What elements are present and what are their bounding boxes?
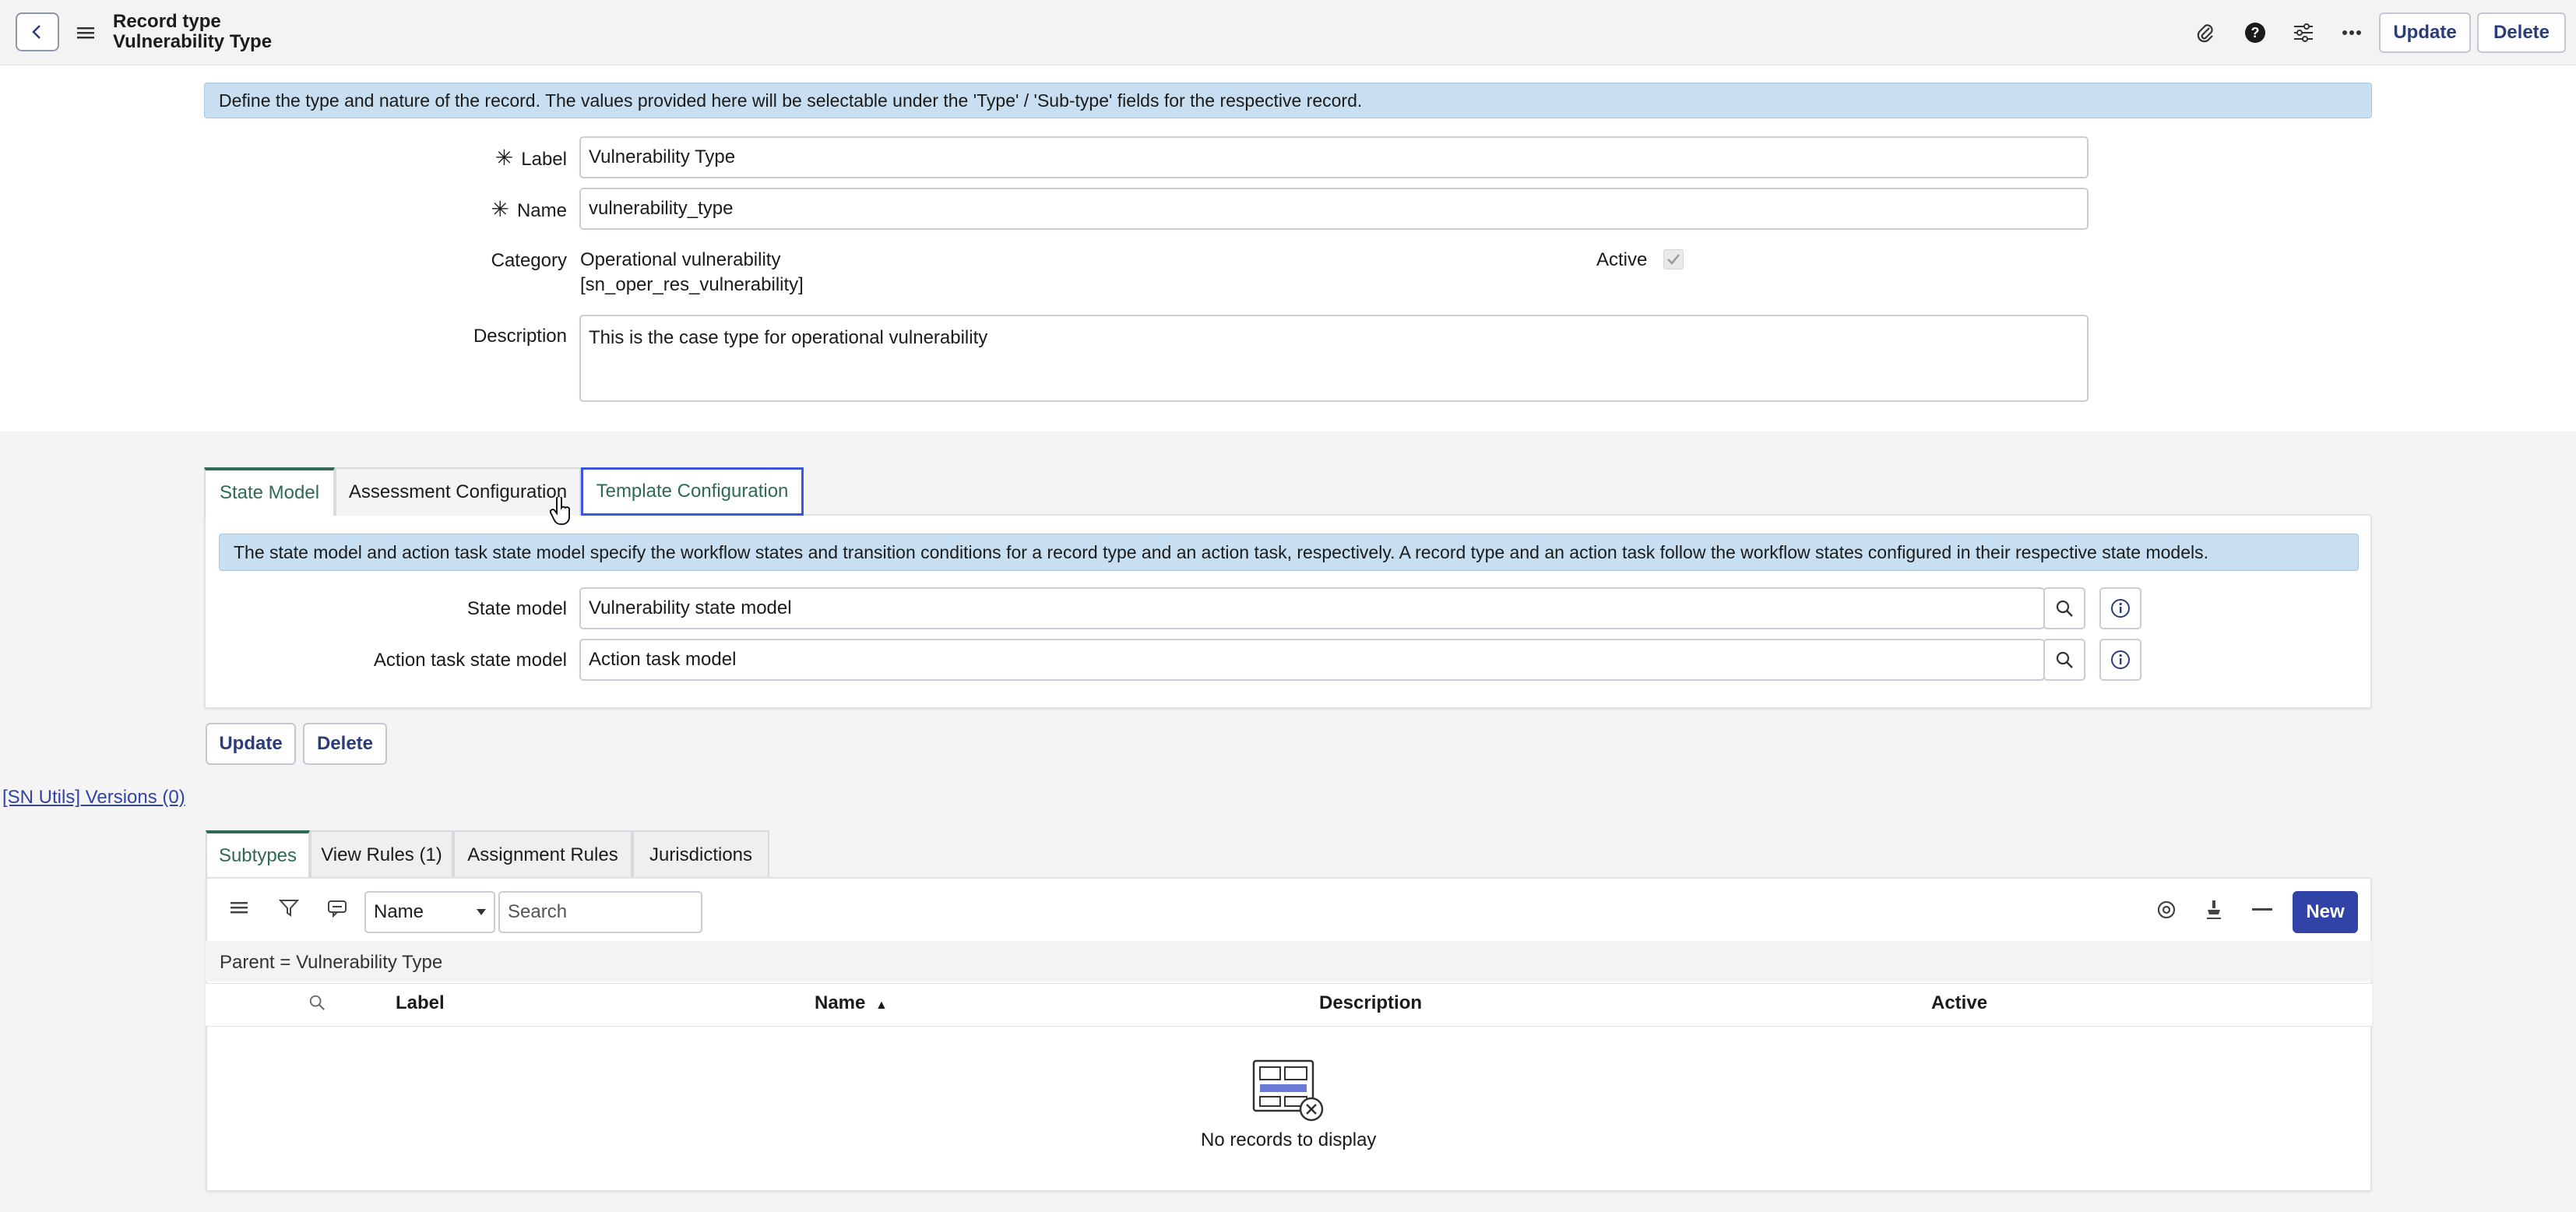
back-icon (32, 25, 40, 39)
tab-template-configuration[interactable]: Template Configuration (581, 467, 804, 516)
state-model-lookup-button[interactable] (2043, 587, 2085, 629)
info-icon (2111, 599, 2130, 618)
list-menu-icon[interactable] (231, 900, 248, 914)
empty-list-message: No records to display (1201, 1129, 1377, 1150)
record-type-heading: Record type (113, 11, 221, 32)
hand-cursor-icon (550, 497, 573, 525)
more-icon[interactable] (2338, 19, 2366, 47)
versions-link[interactable]: [SN Utils] Versions (0) (2, 787, 185, 809)
category-label: Category (491, 250, 567, 271)
state-model-label: State model (466, 598, 567, 619)
list-header-row (206, 983, 2372, 1027)
info-icon (2111, 650, 2130, 669)
form-info-message: Define the type and nature of the record… (204, 83, 2372, 118)
state-model-info-message: The state model and action task state mo… (219, 534, 2359, 571)
sliders-icon[interactable] (2289, 19, 2317, 47)
state-model-input[interactable]: Vulnerability state model (579, 587, 2045, 629)
column-active[interactable]: Active (1931, 992, 1987, 1014)
action-task-state-model-label: Action task state model (373, 650, 567, 671)
category-value: Operational vulnerability (580, 249, 781, 270)
column-name[interactable]: Name ▲ (815, 992, 888, 1014)
bottom-delete-button[interactable]: Delete (303, 723, 387, 765)
header-update-button[interactable]: Update (2379, 12, 2471, 53)
filter-breadcrumb[interactable]: Parent = Vulnerability Type (220, 952, 442, 974)
label-field-label: ✳ Label (494, 146, 567, 170)
search-icon (2056, 600, 2073, 617)
active-checkbox[interactable] (1663, 249, 1684, 270)
tab-assignment-rules[interactable]: Assignment Rules (453, 830, 632, 879)
required-icon: ✳ (494, 146, 514, 170)
tab-jurisdictions[interactable]: Jurisdictions (632, 830, 769, 879)
state-model-info-button[interactable] (2099, 587, 2141, 629)
filter-icon[interactable] (279, 899, 299, 918)
tab-view-rules[interactable]: View Rules (1) (310, 830, 453, 879)
column-description[interactable]: Description (1319, 992, 1422, 1014)
paperclip-icon[interactable] (2191, 19, 2219, 47)
list-search-input[interactable]: Search (498, 891, 702, 933)
menu-icon[interactable] (75, 22, 97, 44)
collapse-icon[interactable] (2252, 908, 2272, 911)
bottom-update-button[interactable]: Update (206, 723, 296, 765)
sort-ascending-icon: ▲ (875, 999, 888, 1012)
tab-assessment-configuration[interactable]: Assessment Configuration (335, 467, 581, 516)
column-label[interactable]: Label (396, 992, 445, 1014)
search-icon (2056, 651, 2073, 668)
active-label: Active (1596, 249, 1648, 270)
new-button[interactable]: New (2293, 891, 2358, 933)
header-delete-button[interactable]: Delete (2477, 12, 2566, 53)
required-icon: ✳ (491, 197, 509, 221)
label-input[interactable]: Vulnerability Type (579, 136, 2089, 178)
column-search-icon[interactable] (308, 994, 326, 1011)
action-task-lookup-button[interactable] (2043, 639, 2085, 681)
tab-subtypes[interactable]: Subtypes (206, 830, 310, 879)
filter-breadcrumb-bar (206, 941, 2372, 981)
form-header (0, 0, 2576, 65)
action-task-info-button[interactable] (2099, 639, 2141, 681)
help-icon[interactable]: ? (2241, 19, 2269, 47)
name-field-label: ✳ Name (491, 197, 568, 221)
search-field-select[interactable]: Name (364, 891, 495, 933)
action-task-state-model-input[interactable]: Action task model (579, 639, 2045, 681)
tab-state-model[interactable]: State Model (204, 467, 335, 516)
check-icon (1667, 254, 1680, 265)
name-input[interactable]: vulnerability_type (579, 188, 2089, 230)
chevron-down-icon (477, 909, 486, 915)
personalize-icon[interactable] (2204, 899, 2224, 921)
description-label: Description (473, 326, 567, 347)
back-button[interactable] (16, 12, 59, 51)
comment-icon[interactable] (327, 899, 347, 918)
empty-list-icon (1252, 1059, 1324, 1123)
gear-icon[interactable] (2155, 899, 2177, 921)
description-textarea[interactable]: This is the case type for operational vu… (579, 315, 2089, 402)
svg-text:?: ? (2251, 25, 2260, 41)
record-title: Vulnerability Type (113, 31, 273, 52)
category-table-name: [sn_oper_res_vulnerability] (580, 274, 804, 295)
